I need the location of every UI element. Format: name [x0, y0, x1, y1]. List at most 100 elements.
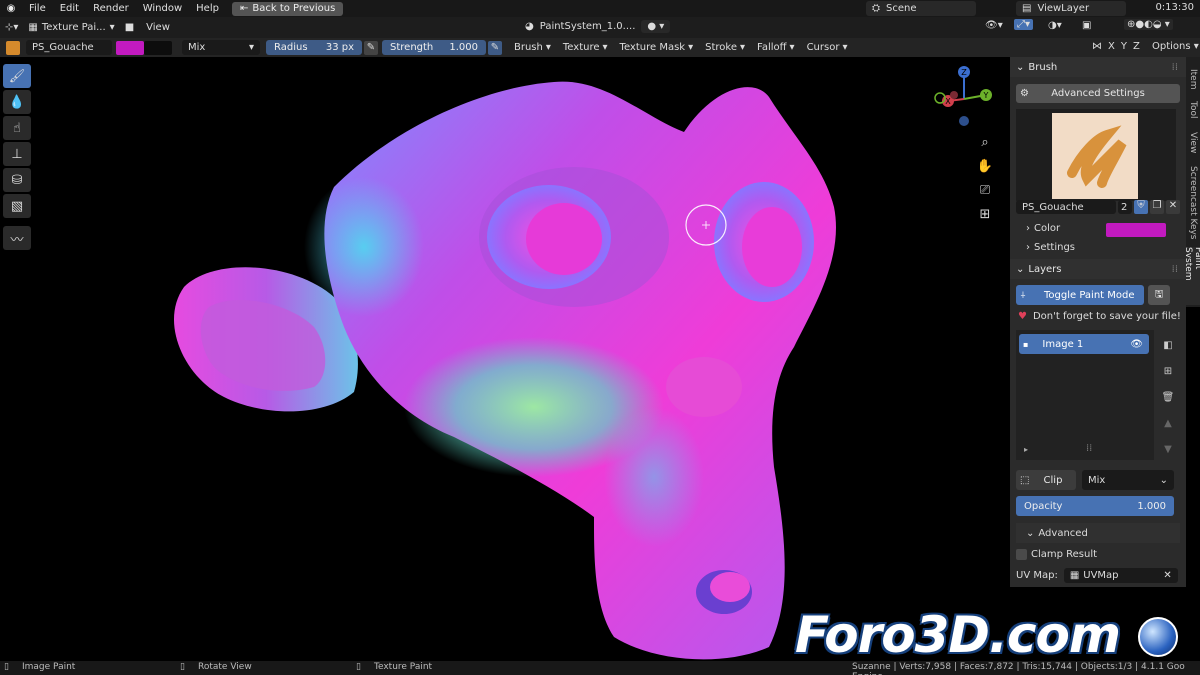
blur-tool-icon[interactable]: 💧 [3, 90, 31, 114]
color-subpanel[interactable]: › Color [1026, 223, 1060, 234]
zoom-icon[interactable]: ⌕ [976, 131, 994, 155]
visibility-icon[interactable]: 👁▾ [985, 20, 1003, 31]
camera-icon[interactable]: ⎚ [976, 179, 994, 203]
menu-render[interactable]: Render [86, 3, 136, 14]
suzanne-model[interactable] [34, 57, 1008, 661]
pressure-icon[interactable]: ✎ [364, 40, 378, 55]
chevron-right-icon: › [1026, 242, 1030, 253]
duplicate-icon[interactable]: ❐ [1150, 200, 1164, 214]
advanced-subpanel[interactable]: ⌄ Advanced [1016, 523, 1180, 543]
3d-viewport[interactable]: Z Y X ⌕ ✋ ⎚ ⊞ [34, 57, 1008, 661]
top-menu-bar: ◉ File Edit Render Window Help ⇤ Back to… [0, 0, 1200, 17]
menu-falloff[interactable]: Falloff ▾ [751, 42, 801, 53]
view-layer-selector[interactable]: ▤ ViewLayer [1016, 1, 1126, 16]
toggle-paint-mode-button[interactable]: ⍭ Toggle Paint Mode [1016, 285, 1144, 305]
layers-panel-header[interactable]: ⌄ Layers ⁞⁞ [1010, 259, 1186, 279]
menu-help[interactable]: Help [189, 3, 226, 14]
tab-tool[interactable]: Tool [1186, 97, 1200, 123]
editor-type-button[interactable]: ⊹▾ [0, 22, 23, 33]
settings-subpanel[interactable]: › Settings [1026, 242, 1075, 253]
resize-handle-icon[interactable]: ⁞⁞ [1086, 443, 1092, 454]
clamp-result-checkbox[interactable] [1016, 549, 1027, 560]
move-down-icon[interactable]: ▼ [1160, 437, 1176, 463]
mask-tool-icon[interactable]: ▧ [3, 194, 31, 218]
annotate-tool-icon[interactable]: 〰 [3, 226, 31, 250]
brush-color-swatch[interactable] [1106, 223, 1166, 237]
secondary-color-swatch[interactable] [144, 40, 172, 55]
paint-system-selector[interactable]: ◕ PaintSystem_1.0.... ● ▾ [525, 20, 671, 33]
layers-icon: ▤ [1022, 3, 1032, 14]
hand-pan-icon[interactable]: ✋ [976, 155, 994, 179]
overlay-icon[interactable]: ◑▾ [1048, 20, 1062, 31]
menu-stroke[interactable]: Stroke ▾ [699, 42, 751, 53]
trash-icon[interactable]: 🗑 [1160, 385, 1176, 411]
right-sidebar: ⌄ Brush ⁞⁞ ⚙ Advanced Settings PS_Gouach… [1010, 57, 1186, 587]
clip-icon: ⬚ [1020, 474, 1030, 486]
menu-window[interactable]: Window [136, 3, 189, 14]
strength-slider[interactable]: Strength 1.000 [382, 40, 486, 55]
brush-preview-area[interactable] [1016, 109, 1176, 201]
gizmo-toggle-icon[interactable]: ⤢▾ [1014, 19, 1034, 30]
axis-z-toggle[interactable]: Z [1133, 41, 1140, 52]
scene-selector[interactable]: ⛭ Scene [866, 1, 976, 16]
menu-edit[interactable]: Edit [53, 3, 86, 14]
menu-texture-mask[interactable]: Texture Mask ▾ [614, 42, 700, 53]
fake-user-shield-icon[interactable]: ⛨ [1134, 200, 1148, 214]
layer-item-image-1[interactable]: ▪ Image 1 👁 [1019, 334, 1149, 354]
menu-texture[interactable]: Texture ▾ [557, 42, 614, 53]
strength-pressure-icon[interactable]: ✎ [488, 40, 502, 55]
eye-icon[interactable]: 👁 [1130, 339, 1143, 350]
brush-user-count[interactable]: 2 [1118, 200, 1132, 214]
uv-map-field[interactable]: ▦ UVMap ✕ [1063, 568, 1178, 583]
layers-list[interactable]: ▪ Image 1 👁 ▸ ⁞⁞ [1016, 330, 1154, 460]
primary-color-swatch[interactable] [116, 40, 144, 55]
close-icon[interactable]: ✕ [1163, 570, 1171, 581]
brush-tool-icon[interactable]: 🖌 [3, 64, 31, 88]
xray-icon[interactable]: ▣ [1082, 20, 1091, 31]
drag-handle-icon[interactable]: ⁞⁞ [1172, 62, 1178, 73]
menu-cursor[interactable]: Cursor ▾ [801, 42, 854, 53]
menu-brush[interactable]: Brush ▾ [508, 42, 557, 53]
mode-selector[interactable]: ▦ Texture Pai... ▾ [23, 22, 119, 33]
axis-y-toggle[interactable]: Y [1121, 41, 1127, 52]
options-menu[interactable]: Options ▾ [1152, 41, 1199, 52]
radius-slider[interactable]: Radius 33 px [266, 40, 362, 55]
tab-paint-system[interactable]: Paint System [1183, 247, 1200, 305]
sidebar-tabs: Item Tool View Screencast Keys Paint Sys… [1183, 57, 1200, 307]
tab-view[interactable]: View [1186, 129, 1200, 157]
fill-tool-icon[interactable]: ⛁ [3, 168, 31, 192]
smear-tool-icon[interactable]: ☝ [3, 116, 31, 140]
layer-blend-dropdown[interactable]: Mix ⌄ [1082, 470, 1174, 490]
opacity-slider[interactable]: Opacity 1.000 [1016, 496, 1174, 516]
tab-screencast-keys[interactable]: Screencast Keys [1186, 163, 1200, 243]
clone-tool-icon[interactable]: ⊥ [3, 142, 31, 166]
shading-modes-icon[interactable]: ⊕●◐◒ ▾ [1124, 19, 1173, 30]
navigation-gizmo[interactable]: Z Y X [930, 65, 994, 129]
brush-datablock-name[interactable]: PS_Gouache [1016, 200, 1116, 214]
grid-ortho-icon[interactable]: ⊞ [976, 203, 994, 227]
back-icon: ⇤ [239, 3, 249, 14]
axis-x-toggle[interactable]: X [1108, 41, 1115, 52]
brush-panel-header[interactable]: ⌄ Brush ⁞⁞ [1010, 57, 1186, 77]
move-up-icon[interactable]: ▲ [1160, 411, 1176, 437]
save-icon[interactable]: 🖫 [1148, 285, 1170, 305]
brush-thumbnail-icon[interactable] [6, 40, 20, 55]
tab-item[interactable]: Item [1186, 65, 1200, 93]
menu-file[interactable]: File [22, 3, 53, 14]
blender-logo-icon[interactable]: ◉ [0, 3, 22, 14]
new-image-icon[interactable]: ◧ [1160, 333, 1176, 359]
blend-mode-dropdown[interactable]: Mix ▾ [182, 40, 260, 55]
brush-preview-image [1052, 113, 1138, 199]
advanced-settings-button[interactable]: ⚙ Advanced Settings [1016, 84, 1180, 103]
drag-handle-icon[interactable]: ⁞⁞ [1172, 264, 1178, 275]
close-icon[interactable]: ✕ [1166, 200, 1180, 214]
gizmo-z-label: Z [961, 68, 967, 77]
view-menu[interactable]: ■ View [120, 22, 175, 33]
new-folder-icon[interactable]: ⊞ [1160, 359, 1176, 385]
back-to-previous-button[interactable]: ⇤ Back to Previous [231, 1, 344, 16]
clip-toggle[interactable]: ⬚ Clip [1016, 470, 1076, 490]
brush-name-field[interactable]: PS_Gouache [26, 40, 112, 55]
expand-list-icon[interactable]: ▸ [1024, 445, 1028, 454]
dot-dropdown[interactable]: ● ▾ [641, 20, 671, 33]
status-bar: ▯ Image Paint ▯ Rotate View ▯ Texture Pa… [0, 661, 1200, 675]
